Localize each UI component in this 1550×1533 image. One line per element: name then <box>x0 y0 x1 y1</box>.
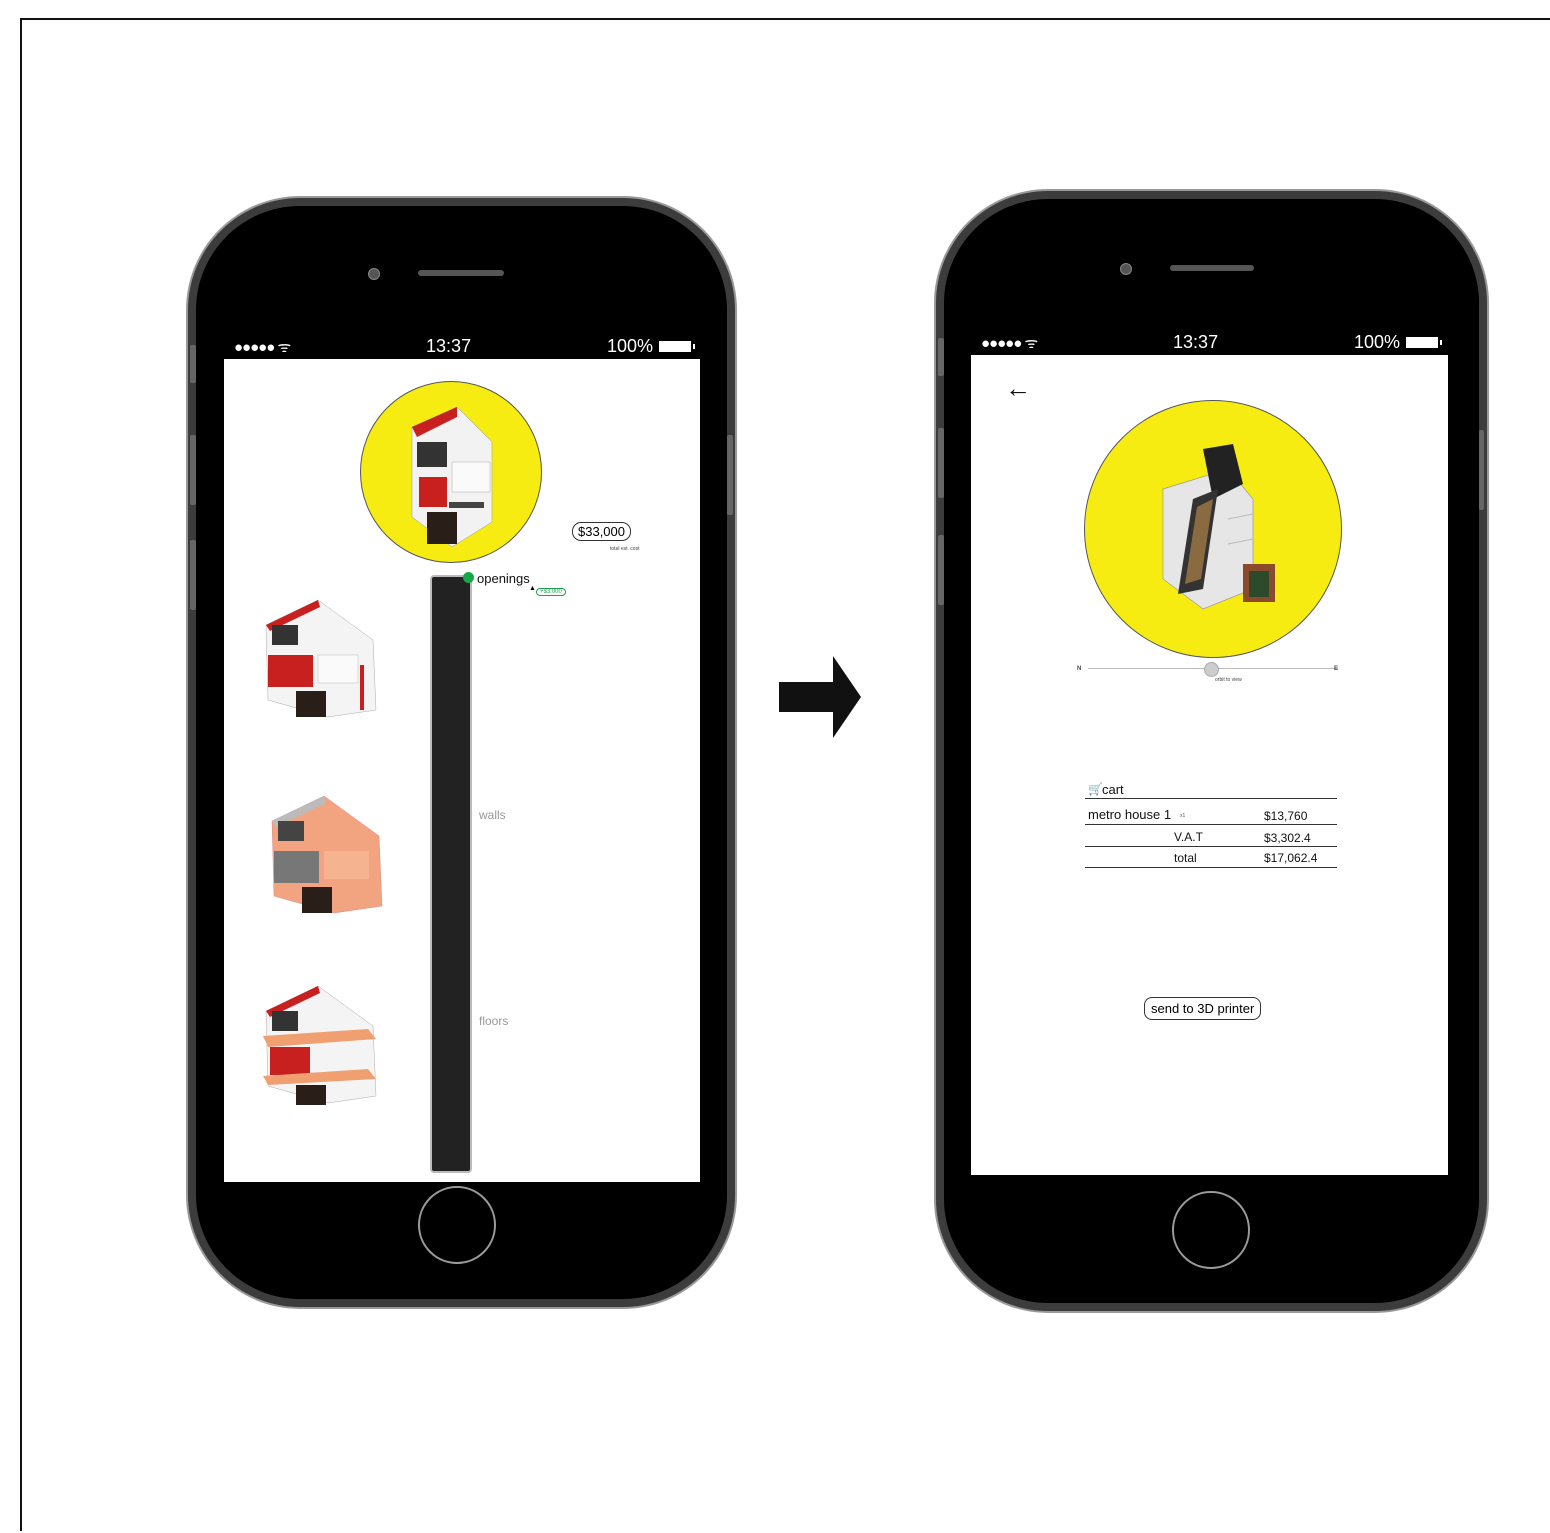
clock: 13:37 <box>426 336 472 356</box>
battery-icon <box>658 341 695 352</box>
power-button <box>727 435 733 515</box>
left-screen: $33,000 total est. cost openings ▲ +$3,0… <box>224 359 700 1182</box>
front-camera <box>368 268 380 280</box>
house-preview-circle[interactable] <box>360 381 542 563</box>
total-value: $17,062.4 <box>1264 851 1318 865</box>
mute-switch <box>190 345 196 383</box>
cart-title: cart <box>1102 782 1124 797</box>
signal-wifi-icon: ●●●●● ᯤ <box>234 338 291 356</box>
cart-divider <box>1085 846 1337 847</box>
right-status-bar: ●●●●● ᯤ 13:37 100% <box>973 330 1446 355</box>
cart-divider <box>1085 798 1337 799</box>
battery-percent: 100% <box>1353 332 1400 352</box>
battery-icon <box>1405 337 1442 348</box>
signal-wifi-icon: ●●●●● ᯤ <box>981 334 1038 352</box>
house-3d-model-image <box>1162 444 1275 610</box>
openings-delta-badge: +$3,000 <box>536 588 566 596</box>
right-screen: ← N E orbit to view 🛒 cart metro house 1… <box>971 355 1448 1175</box>
orbit-caption: orbit to view <box>1215 677 1242 683</box>
volume-up-button <box>190 435 196 505</box>
openings-active-dot[interactable] <box>463 572 474 583</box>
total-cost-badge: $33,000 <box>572 522 631 541</box>
option-walls-thumb[interactable] <box>264 791 384 916</box>
speaker-grille <box>1170 265 1254 271</box>
clock: 13:37 <box>1173 332 1219 352</box>
cart-item-qty: x1 <box>1180 813 1186 819</box>
cart-divider <box>1085 824 1337 825</box>
option-openings-thumb[interactable] <box>258 595 378 720</box>
home-button[interactable] <box>1172 1191 1250 1269</box>
house-preview-image <box>411 406 493 548</box>
volume-up-button <box>938 428 944 498</box>
volume-down-button <box>938 535 944 605</box>
left-status-bar: ●●●●● ᯤ 13:37 100% <box>226 334 699 359</box>
increase-icon: ▲ <box>529 585 536 592</box>
floors-label[interactable]: floors <box>479 1014 508 1028</box>
cart-item-price: $13,760 <box>1264 809 1308 823</box>
mute-switch <box>938 338 944 376</box>
back-arrow-icon[interactable]: ← <box>1005 373 1031 404</box>
house-3d-preview-circle[interactable] <box>1084 400 1342 658</box>
walls-label[interactable]: walls <box>479 808 506 822</box>
flow-arrow-icon <box>779 656 861 738</box>
vat-label: V.A.T <box>1174 830 1203 844</box>
cart-item-name: metro house 1 <box>1088 807 1172 822</box>
cart-icon: 🛒 <box>1088 782 1103 796</box>
battery-percent: 100% <box>606 336 653 356</box>
speaker-grille <box>418 270 504 276</box>
power-button <box>1479 430 1484 510</box>
front-camera <box>1120 263 1132 275</box>
vat-value: $3,302.4 <box>1264 831 1311 845</box>
cart-divider <box>1085 867 1337 868</box>
options-slider-track[interactable] <box>430 575 472 1173</box>
volume-down-button <box>190 540 196 610</box>
total-cost-caption: total est. cost <box>610 546 640 552</box>
orbit-north-label: N <box>1077 666 1082 672</box>
send-to-3d-printer-button[interactable]: send to 3D printer <box>1144 997 1262 1020</box>
openings-label[interactable]: openings <box>477 571 530 586</box>
orbit-east-label: E <box>1334 666 1339 672</box>
orbit-slider-thumb[interactable] <box>1204 662 1219 677</box>
option-floors-thumb[interactable] <box>258 981 378 1106</box>
total-label: total <box>1174 851 1197 865</box>
home-button[interactable] <box>418 1186 496 1264</box>
